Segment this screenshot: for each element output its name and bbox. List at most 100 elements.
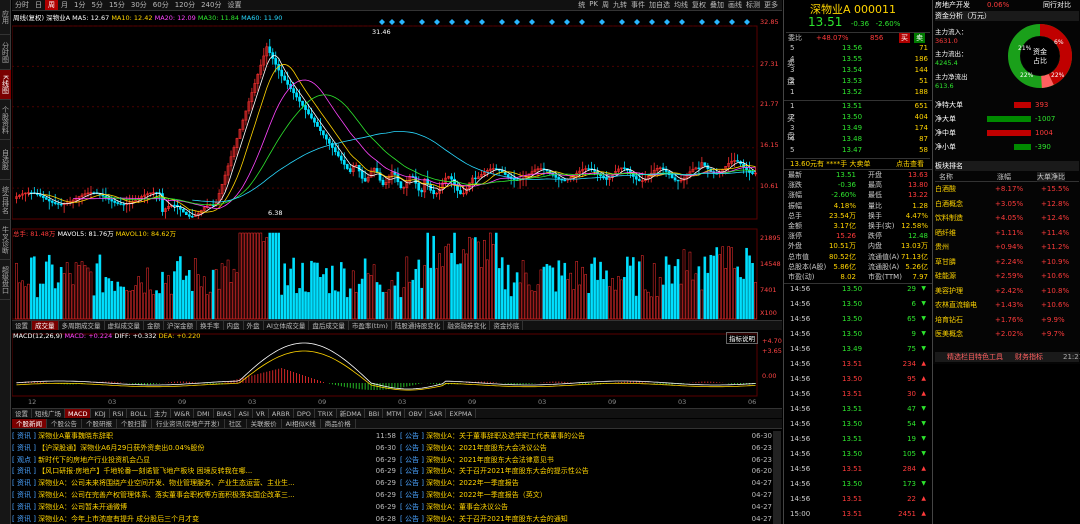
- idxrow-tab-10[interactable]: ASI: [235, 409, 253, 418]
- bottom-link-1[interactable]: 精选栏目: [947, 352, 975, 362]
- idxrow-tab-2[interactable]: MACD: [65, 409, 92, 418]
- leftnav-item-7[interactable]: 超级盘口: [0, 260, 11, 300]
- event-diamond-icon[interactable]: [379, 19, 385, 25]
- rank-hdr-bignet[interactable]: 大单净比: [1037, 172, 1065, 182]
- idxrow-tab-17[interactable]: MTM: [383, 409, 406, 418]
- sell-level-2[interactable]: 2 13.53 51: [786, 76, 930, 86]
- buy-level-3[interactable]: 3 13.49 174: [786, 123, 930, 133]
- news-item[interactable]: [ 观点 ] 新时代下的房地产行业投资机会凸显 06-29: [12, 455, 396, 467]
- idxrow-tab-6[interactable]: 主力: [151, 409, 171, 418]
- rank-row[interactable]: 草甘膦 +2.24% +10.9%: [935, 257, 1079, 267]
- rank-row[interactable]: 美容护理 +2.42% +10.8%: [935, 286, 1079, 296]
- rank-row[interactable]: 贵州 +0.94% +11.2%: [935, 242, 1079, 252]
- event-diamond-icon[interactable]: [699, 19, 705, 25]
- news-item[interactable]: [ 资讯 ] 【沪深股通】深物业A6月29日获外资卖出0.04%股份 06-30: [12, 443, 396, 455]
- rank-row[interactable]: 白酒概念 +3.05% +12.8%: [935, 199, 1079, 209]
- news-item[interactable]: [ 公告 ] 深物业A：2022年一季度报告 04-27: [400, 478, 772, 490]
- sector-name[interactable]: 房地产开发: [935, 0, 970, 10]
- period-1[interactable]: 日: [32, 0, 45, 10]
- tool-0[interactable]: 统: [576, 0, 587, 10]
- event-diamond-icon[interactable]: [449, 19, 455, 25]
- news-item[interactable]: [ 资讯 ] 【风口研报·房地产】千地轮番一刻诺管飞地产板块 困境反转我在哪..…: [12, 466, 396, 478]
- newstabs-tab-7[interactable]: AI相似K线: [282, 419, 321, 428]
- event-diamond-icon[interactable]: [389, 19, 395, 25]
- period-5[interactable]: 5分: [88, 0, 105, 10]
- idxrow-tab-9[interactable]: BIAS: [214, 409, 236, 418]
- buy-level-4[interactable]: 4 13.48 87: [786, 134, 930, 144]
- event-diamond-icon[interactable]: [634, 19, 640, 25]
- event-diamond-icon[interactable]: [599, 19, 605, 25]
- newstabs-tab-8[interactable]: 商品价格: [321, 419, 356, 428]
- period-7[interactable]: 30分: [128, 0, 150, 10]
- newstabs-tab-3[interactable]: 个股扫雷: [117, 419, 152, 428]
- event-diamond-icon[interactable]: [564, 19, 570, 25]
- toolrow-tab-9[interactable]: AI立体成交量: [264, 321, 310, 330]
- event-diamond-icon[interactable]: [579, 19, 585, 25]
- period-9[interactable]: 120分: [172, 0, 198, 10]
- period-3[interactable]: 月: [58, 0, 71, 10]
- idxrow-tab-20[interactable]: EXPMA: [446, 409, 476, 418]
- event-diamond-icon[interactable]: [399, 19, 405, 25]
- leftnav-item-3[interactable]: 个股资料: [0, 100, 11, 140]
- rank-hdr-name[interactable]: 名称: [939, 172, 953, 182]
- sell-button[interactable]: 卖: [914, 33, 925, 43]
- idxrow-tab-1[interactable]: 短线广场: [32, 409, 65, 418]
- event-diamond-icon[interactable]: [729, 19, 735, 25]
- newstabs-tab-2[interactable]: 个股研报: [82, 419, 117, 428]
- leftnav-item-6[interactable]: 牛叉诊断: [0, 220, 11, 260]
- idxrow-tab-11[interactable]: VR: [253, 409, 269, 418]
- event-diamond-icon[interactable]: [744, 19, 750, 25]
- rank-row[interactable]: 培育钻石 +1.76% +9.9%: [935, 315, 1079, 325]
- rank-tab[interactable]: 板块排名: [935, 161, 963, 171]
- event-diamond-icon[interactable]: [434, 19, 440, 25]
- news-item[interactable]: [ 资讯 ] 深物业A：公司未来将围绕产业空间开发、物业管理服务、产业生态运营、…: [12, 478, 396, 490]
- idxrow-tab-15[interactable]: 新DMA: [337, 409, 366, 418]
- rank-row[interactable]: 晒纤维 +1.11% +11.4%: [935, 228, 1079, 238]
- idxrow-tab-18[interactable]: OBV: [405, 409, 427, 418]
- event-diamond-icon[interactable]: [649, 19, 655, 25]
- tool-8[interactable]: 复权: [690, 0, 708, 10]
- toolrow-tab-14[interactable]: 资金抄底: [490, 321, 524, 330]
- toolrow-tab-11[interactable]: 市盈率(ttm): [349, 321, 392, 330]
- idxrow-tab-13[interactable]: DPO: [294, 409, 315, 418]
- event-diamond-icon[interactable]: [549, 19, 555, 25]
- idxrow-tab-8[interactable]: DMI: [194, 409, 214, 418]
- event-diamond-icon[interactable]: [529, 19, 535, 25]
- tool-12[interactable]: 更多: [762, 0, 780, 10]
- toolrow-tab-2[interactable]: 多周期成交量: [59, 321, 105, 330]
- toolrow-tab-4[interactable]: 金额: [144, 321, 164, 330]
- sell-level-3[interactable]: 3 13.54 144: [786, 65, 930, 75]
- toolrow-tab-1[interactable]: 成交量: [32, 321, 59, 330]
- tool-6[interactable]: 加自选: [647, 0, 672, 10]
- rank-hdr-pct[interactable]: 涨幅: [997, 172, 1011, 182]
- news-item[interactable]: [ 资讯 ] 深物业A：公司在完善产权管理体系、落实董事会职权等方面积极落实国企…: [12, 490, 396, 502]
- newstabs-tab-4[interactable]: 行业资讯(房地产开发): [152, 419, 225, 428]
- bottom-link-3[interactable]: 财务指标: [1015, 352, 1043, 362]
- tool-1[interactable]: PK: [587, 0, 600, 10]
- news-item[interactable]: [ 公告 ] 深物业A：2021年度股东大会法律意见书 06-23: [400, 455, 772, 467]
- tool-2[interactable]: 周: [600, 0, 611, 10]
- kline-chart[interactable]: [12, 11, 782, 408]
- tool-10[interactable]: 画线: [726, 0, 744, 10]
- newstabs-tab-1[interactable]: 个股公告: [47, 419, 82, 428]
- bottom-link-2[interactable]: 特色工具: [975, 352, 1003, 362]
- tool-9[interactable]: 叠加: [708, 0, 726, 10]
- leftnav-item-1[interactable]: 分时图: [0, 35, 11, 70]
- news-item[interactable]: [ 公告 ] 深物业A：关于召开2021年度股东大会的提示性公告 06-20: [400, 466, 772, 478]
- rank-row[interactable]: 硅能源 +2.59% +10.6%: [935, 271, 1079, 281]
- idxrow-tab-5[interactable]: BOLL: [127, 409, 151, 418]
- toolrow-tab-7[interactable]: 内盘: [224, 321, 244, 330]
- event-diamond-icon[interactable]: [479, 19, 485, 25]
- tool-3[interactable]: 九转: [611, 0, 629, 10]
- fund-tab[interactable]: 资金分析（万元）: [935, 11, 991, 21]
- sell-level-5[interactable]: 5 13.56 71: [786, 43, 930, 53]
- rank-row[interactable]: 医美概念 +2.02% +9.7%: [935, 329, 1079, 339]
- event-diamond-icon[interactable]: [514, 19, 520, 25]
- rank-row[interactable]: 农林直流输电 +1.43% +10.6%: [935, 300, 1079, 310]
- toolrow-tab-13[interactable]: 融资融券变化: [444, 321, 491, 330]
- leftnav-item-2[interactable]: K线图: [0, 70, 11, 100]
- idxrow-tab-0[interactable]: 设置: [12, 409, 32, 418]
- newstabs-tab-5[interactable]: 社区: [225, 419, 247, 428]
- leftnav-item-4[interactable]: 自选股: [0, 140, 11, 180]
- toolrow-tab-3[interactable]: 虚拟成交量: [105, 321, 144, 330]
